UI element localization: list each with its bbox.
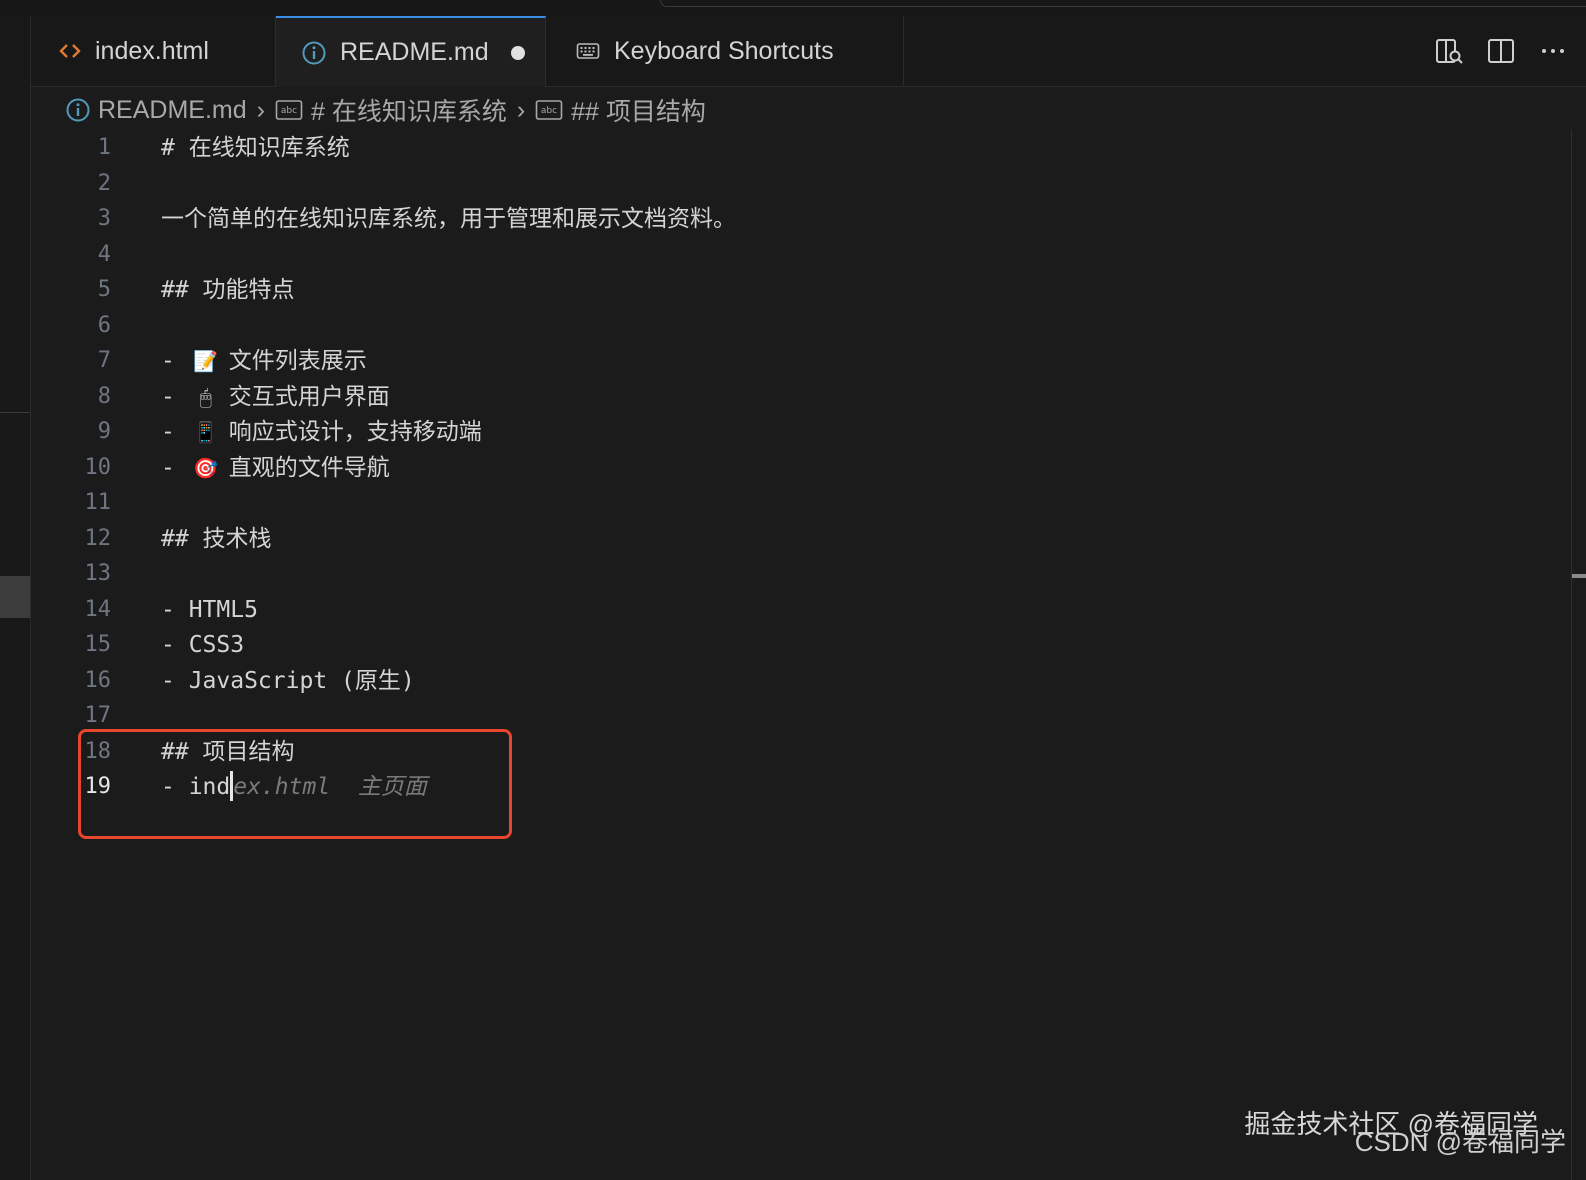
line-text: - 📱 响应式设计，支持移动端 [161, 414, 482, 450]
chevron-right-icon: › [256, 95, 265, 124]
editor-line[interactable]: 9 - 📱 响应式设计，支持移动端 [31, 414, 1531, 450]
list-item-text: 响应式设计，支持移动端 [228, 419, 482, 445]
vertical-scrollbar[interactable] [1571, 130, 1586, 1180]
list-item-text: 直观的文件导航 [228, 454, 390, 481]
line-number: 12 [84, 525, 112, 551]
editor-line[interactable]: 13 [31, 556, 1531, 592]
editor-line[interactable]: 5 ## 功能特点 [31, 272, 1531, 308]
line-text: - 🖱 交互式用户界面 [161, 379, 390, 415]
activity-bar [0, 16, 31, 1180]
line-number: 5 [97, 277, 111, 302]
abc-symbol-icon: abc [275, 99, 303, 121]
line-number: 3 [97, 206, 111, 231]
editor-line[interactable]: 8 - 🖱 交互式用户界面 [31, 379, 1531, 415]
editor-line[interactable]: 12 ## 技术栈 [31, 521, 1531, 557]
editor-line[interactable]: 6 [31, 308, 1531, 344]
line-number: 6 [97, 312, 111, 338]
line-number: 11 [84, 490, 112, 515]
memo-emoji-icon: 📝 [193, 349, 219, 373]
editor-line[interactable]: 4 [31, 237, 1531, 273]
line-number: 8 [97, 383, 111, 409]
svg-text:abc: abc [281, 106, 297, 116]
line-number: 2 [97, 170, 111, 196]
line-number: 13 [84, 561, 112, 586]
line-text: - JavaScript (原生) [161, 667, 415, 694]
info-icon [302, 41, 326, 65]
line-text: - HTML5 [161, 596, 258, 623]
command-center-edge [660, 0, 1586, 7]
list-prefix: - [161, 419, 189, 445]
watermark-csdn: CSDN @卷福同学 [1354, 1127, 1566, 1157]
tab-index-html[interactable]: index.html [31, 16, 276, 86]
line-text: 一个简单的在线知识库系统，用于管理和展示文档资料。 [161, 206, 736, 232]
line-text: - CSS3 [161, 632, 245, 658]
line-number: 7 [97, 348, 111, 373]
chevron-right-icon: › [516, 95, 526, 124]
editor-line[interactable]: 15 - CSS3 [31, 627, 1531, 663]
breadcrumb-item-file[interactable]: README.md [98, 96, 247, 125]
editor-line[interactable]: 7 - 📝 文件列表展示 [31, 343, 1531, 379]
tab-label: Keyboard Shortcuts [614, 36, 834, 65]
svg-text:abc: abc [541, 106, 557, 116]
line-number: 14 [84, 596, 112, 622]
editor-tab-bar: index.html README.md Keyboard Shortcuts [31, 16, 1586, 87]
line-number: 10 [84, 454, 112, 480]
list-item-text: 交互式用户界面 [228, 383, 390, 410]
list-prefix: - [161, 383, 189, 410]
editor-line[interactable]: 16 - JavaScript (原生) [31, 663, 1531, 699]
tab-label: index.html [95, 36, 209, 65]
activity-bar-active-indicator[interactable] [0, 576, 30, 618]
html-brackets-icon [59, 43, 81, 59]
scrollbar-thumb[interactable] [1572, 574, 1586, 578]
unsaved-dot-icon[interactable] [510, 45, 525, 60]
line-text: - 🎯 直观的文件导航 [161, 450, 390, 486]
mouse-emoji-icon: 🖱 [199, 384, 212, 409]
info-icon [66, 98, 90, 122]
breadcrumb: README.md › abc # 在线知识库系统 › abc ## 项目结构 [66, 92, 706, 128]
list-prefix: - [161, 454, 189, 481]
line-text: ## 技术栈 [161, 525, 272, 552]
line-number: 9 [97, 419, 111, 444]
editor-line[interactable]: 14 - HTML5 [31, 592, 1531, 628]
editor-line[interactable]: 11 [31, 485, 1531, 521]
abc-symbol-icon: abc [535, 99, 563, 121]
line-text: - 📝 文件列表展示 [161, 343, 367, 379]
line-number: 4 [97, 241, 111, 267]
editor-line[interactable]: 2 [31, 166, 1531, 202]
tab-keyboard-shortcuts[interactable]: Keyboard Shortcuts [546, 16, 904, 86]
tab-readme-md[interactable]: README.md [276, 16, 546, 87]
highlight-box [78, 729, 512, 839]
line-number: 1 [97, 135, 111, 160]
editor-actions [1434, 16, 1586, 86]
editor-line[interactable]: 10 - 🎯 直观的文件导航 [31, 450, 1531, 486]
editor-line[interactable]: 3 一个简单的在线知识库系统，用于管理和展示文档资料。 [31, 201, 1531, 237]
line-text: # 在线知识库系统 [161, 135, 350, 161]
more-actions-icon[interactable] [1538, 36, 1568, 66]
open-preview-icon[interactable] [1434, 36, 1464, 66]
activity-bar-divider [0, 412, 30, 413]
keyboard-icon [576, 42, 600, 60]
line-number: 15 [84, 632, 112, 657]
title-bar-strip [0, 0, 1586, 16]
tab-label: README.md [340, 38, 489, 66]
list-item-text: 文件列表展示 [228, 348, 367, 374]
mobile-phone-emoji-icon: 📱 [193, 420, 219, 444]
breadcrumb-item-heading-2[interactable]: ## 项目结构 [571, 92, 706, 128]
line-number: 16 [84, 667, 112, 693]
line-text: ## 功能特点 [161, 277, 295, 303]
editor-line[interactable]: 1 # 在线知识库系统 [31, 130, 1531, 166]
split-editor-icon[interactable] [1486, 36, 1516, 66]
breadcrumb-item-heading-1[interactable]: # 在线知识库系统 [311, 92, 507, 128]
target-emoji-icon: 🎯 [193, 455, 219, 480]
editor-text-area[interactable]: 1 # 在线知识库系统 2 3 一个简单的在线知识库系统，用于管理和展示文档资料。 … [31, 130, 1551, 1180]
list-prefix: - [161, 348, 189, 374]
